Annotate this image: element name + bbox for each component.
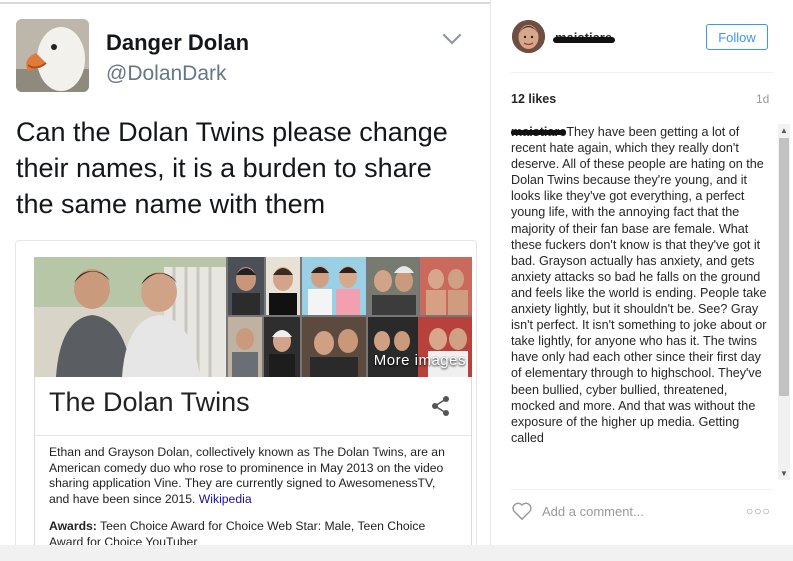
twins-photo	[34, 257, 226, 377]
caption-scroll-area[interactable]: maistiareThey have been getting a lot of…	[511, 124, 769, 480]
header-divider	[511, 72, 773, 73]
scrollbar[interactable]: ▲ ▼	[778, 124, 790, 480]
thumb-photo	[420, 257, 472, 315]
scrollbar-thumb[interactable]	[779, 138, 789, 396]
display-name[interactable]: Danger Dolan	[106, 30, 249, 56]
thumb-photo	[302, 317, 366, 377]
scroll-down-arrow-icon[interactable]: ▼	[780, 469, 788, 478]
thumb-photo	[228, 257, 264, 315]
thumb-photo	[266, 257, 300, 315]
awards-text: Teen Choice Award for Choice Web Star: M…	[49, 519, 426, 545]
wikipedia-link[interactable]: Wikipedia	[199, 492, 252, 506]
thumb-photo	[264, 317, 300, 377]
timestamp: 1d	[756, 92, 770, 106]
top-divider	[0, 2, 490, 4]
kp-divider	[35, 435, 471, 436]
comment-divider	[511, 489, 773, 490]
thumb-photo	[228, 317, 262, 377]
knowledge-panel-card: More images The Dolan Twins Ethan and Gr…	[15, 240, 477, 545]
bottom-strip	[0, 545, 793, 561]
follow-button[interactable]: Follow	[706, 24, 768, 50]
scroll-up-arrow-icon[interactable]: ▲	[780, 126, 788, 135]
thumb-photo	[302, 257, 366, 315]
thumb-photo	[368, 257, 418, 315]
knowledge-panel-info: The Dolan Twins Ethan and Grayson Dolan,…	[34, 377, 472, 545]
caption: maistiareThey have been getting a lot of…	[511, 124, 769, 446]
caption-text: They have been getting a lot of recent h…	[511, 125, 767, 445]
redaction-scribble	[553, 37, 615, 43]
heart-icon[interactable]	[511, 501, 533, 521]
tweet-text: Can the Dolan Twins please change their …	[16, 117, 448, 219]
more-images-label[interactable]: More images	[374, 352, 466, 369]
tweet-screenshot: Danger Dolan @DolanDark Can the Dolan Tw…	[0, 0, 490, 545]
caption-username[interactable]: maistiare	[511, 125, 566, 139]
comment-input[interactable]	[542, 501, 742, 521]
kp-description: Ethan and Grayson Dolan, collectively kn…	[49, 445, 459, 507]
instagram-post-panel: maistiare Follow 12 likes 1d maistiareTh…	[490, 0, 793, 545]
likes-count[interactable]: 12 likes	[511, 92, 556, 106]
kp-awards: Awards: Teen Choice Award for Choice Web…	[49, 519, 459, 545]
share-icon[interactable]	[431, 395, 451, 417]
chevron-down-icon[interactable]	[441, 32, 463, 46]
ellipsis-icon[interactable]: ○○○	[746, 504, 771, 518]
avatar[interactable]	[512, 20, 545, 53]
goose-avatar	[16, 19, 89, 92]
handle[interactable]: @DolanDark	[106, 62, 227, 86]
kp-title: The Dolan Twins	[49, 387, 250, 417]
awards-label: Awards:	[49, 519, 97, 533]
image-strip[interactable]: More images	[34, 257, 472, 377]
